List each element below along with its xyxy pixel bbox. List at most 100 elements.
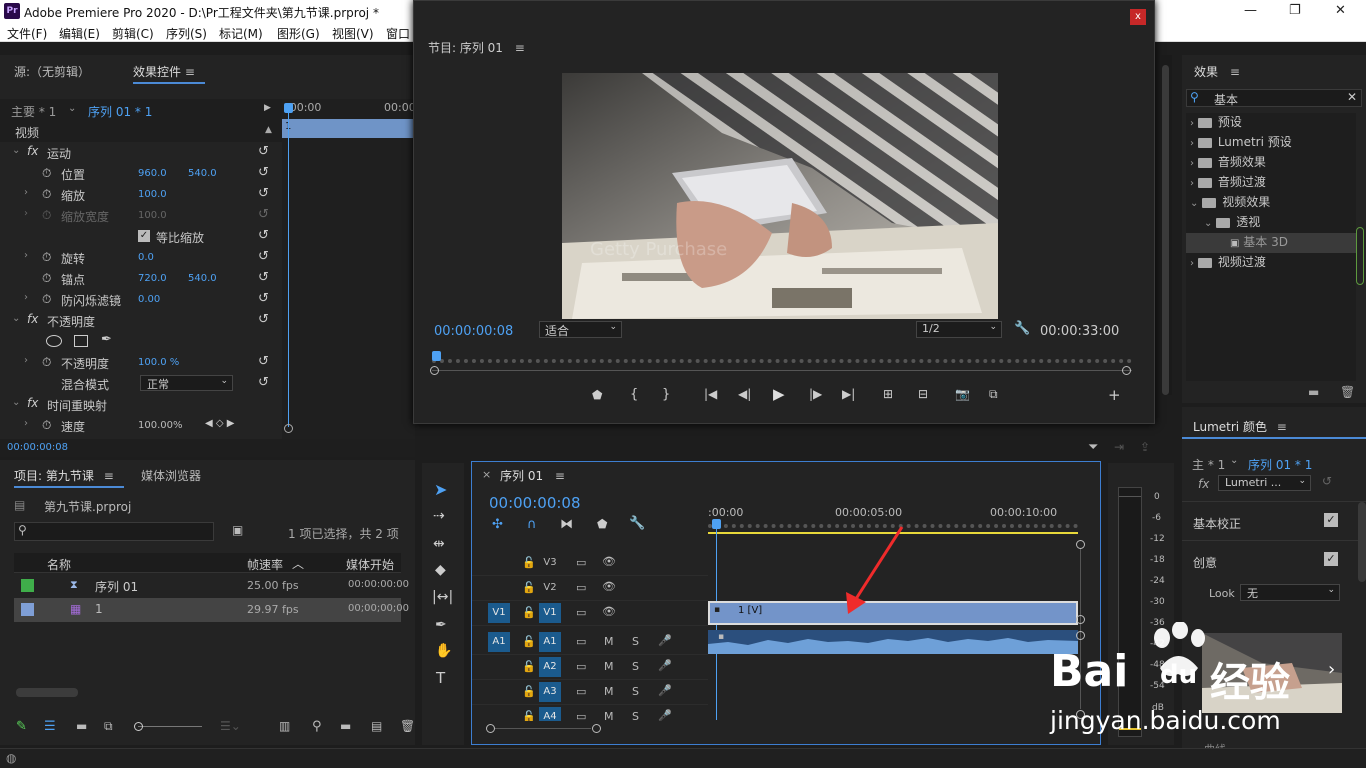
razor-tool-icon[interactable]: ◆ [435,562,446,578]
table-row[interactable]: ▦ 1 29.97 fps 00;00;00;00 [14,598,409,622]
new-bin-icon[interactable]: ▬ [1308,385,1319,399]
sort-asc-icon[interactable]: ︿ [292,555,304,572]
menu-icon[interactable]: ≡ [185,65,195,79]
play-icon[interactable]: ▶ [773,385,785,403]
collapse-icon[interactable]: ▲ [265,125,272,135]
opacity-value[interactable]: 100.0 % [138,357,179,368]
source-patch-a1[interactable]: A1 [488,632,510,652]
list-view-icon[interactable]: ☰ [44,719,56,734]
chevron-icon[interactable]: ⌄ [12,313,20,324]
extract-icon[interactable]: ⊟ [918,387,928,401]
fit-select[interactable]: 适合 ⌄ [539,321,622,338]
program-playhead[interactable] [432,351,441,361]
ec-playhead[interactable] [288,107,289,427]
reset-icon[interactable]: ↺ [258,291,269,306]
chevron-icon[interactable]: ⌄ [12,145,20,156]
tree-item-perspective[interactable]: ⌄ 透视 [1204,213,1260,233]
freeform-view-icon[interactable]: ⧉ [104,719,113,734]
tree-item-lumetri-presets[interactable]: › Lumetri 预设 [1190,133,1292,153]
row-speed[interactable]: › ⏱ 速度 100.00% ◀ ◇ ▶ [0,415,282,436]
tab-effects[interactable]: 效果 ≡ [1194,63,1240,80]
reset-icon[interactable]: ↺ [258,228,269,243]
lumetri-scrollbar[interactable] [1358,502,1366,582]
menu-view[interactable]: 视图(V) [332,25,374,42]
reset-icon[interactable]: ↺ [258,312,269,327]
clear-search-icon[interactable]: ✕ [1347,90,1357,104]
go-to-out-icon[interactable]: ▶| [842,387,855,401]
pencil-icon[interactable]: ✎ [16,719,27,734]
menu-edit[interactable]: 编辑(E) [59,25,100,42]
zoom-handle-left[interactable] [430,366,439,375]
section-basic[interactable]: 基本校正 ✓ [1182,501,1366,541]
row-uniform-scale[interactable]: ✓ 等比缩放 ↺ [0,226,282,247]
maximize-button[interactable]: ❐ [1289,3,1301,18]
menu-icon[interactable]: ≡ [1230,65,1240,79]
fx-icon[interactable]: fx [27,144,38,158]
lumetri-preset-select[interactable]: Lumetri ... ⌄ [1218,475,1311,491]
row-motion[interactable]: ⌄ fx 运动 ↺ [0,142,282,163]
basic-checkbox[interactable]: ✓ [1324,513,1338,527]
mute-button[interactable]: M [604,710,614,721]
track-header-v1[interactable]: V1 🔓 V1 ▭ 👁 [472,601,708,626]
sequence-clip-label[interactable]: 序列 01 * 1 [88,103,152,120]
speed-value[interactable]: 100.00% [138,420,183,431]
column-fps[interactable]: 帧速率 [247,556,283,573]
menu-icon[interactable]: ≡ [555,469,565,483]
timeline-timecode[interactable]: 00:00:00:08 [489,494,581,512]
column-name[interactable]: 名称 [47,556,71,573]
stopwatch-icon[interactable]: ⏱ [42,250,51,265]
reset-icon[interactable]: ↺ [1322,474,1332,488]
row-flicker[interactable]: › ⏱ 防闪烁滤镜 0.00 ↺ [0,289,282,310]
sync-lock-icon[interactable]: ▭ [576,660,586,673]
solo-button[interactable]: S [632,660,639,673]
lock-icon[interactable]: 🔓 [522,606,536,619]
lock-icon[interactable]: 🔓 [522,635,536,648]
hand-tool-icon[interactable]: ✋ [435,643,452,659]
anchor-y-value[interactable]: 540.0 [188,273,217,284]
chevron-right-icon[interactable]: › [24,187,28,198]
row-opacity-section[interactable]: ⌄ fx 不透明度 ↺ [0,310,282,331]
track-header-a3[interactable]: 🔓 A3 ▭ M S 🎤 [472,680,708,705]
menu-file[interactable]: 文件(F) [7,25,47,42]
linked-selection-icon[interactable]: ⧓ [560,517,573,532]
marker-icon[interactable]: ⬟ [592,388,602,402]
tree-item-video-transitions[interactable]: › 视频过渡 [1190,253,1266,273]
microphone-icon[interactable]: 🎤 [658,634,672,647]
zoom-bar[interactable] [432,370,1132,371]
lock-icon[interactable]: 🔓 [522,710,536,721]
wrench-icon[interactable]: 🔧 [1014,321,1030,336]
tab-effect-controls[interactable]: 效果控件 ≡ [133,63,205,84]
rectangle-mask-icon[interactable] [74,335,88,347]
reset-icon[interactable]: ↺ [258,270,269,285]
menu-graphics[interactable]: 图形(G) [277,25,320,42]
stopwatch-icon[interactable]: ⏱ [42,166,51,181]
compare-icon[interactable]: ⧉ [989,387,998,402]
tab-lumetri[interactable]: Lumetri 颜色 ≡ [1193,418,1287,435]
add-button-icon[interactable]: + [1108,386,1121,404]
new-bin-icon[interactable]: ▬ [340,719,351,733]
look-select[interactable]: 无 ⌄ [1240,584,1340,601]
lumetri-sequence[interactable]: 序列 01 * 1 [1248,456,1312,473]
close-icon[interactable]: x [1130,9,1146,25]
lock-icon[interactable]: 🔓 [522,685,536,698]
track-header-v3[interactable]: 🔓 V3 ▭ 👁 [472,551,708,576]
scale-value[interactable]: 100.0 [138,189,167,200]
icon-view-icon[interactable]: ▬ [76,719,87,733]
track-target-v1[interactable]: V1 [539,603,561,623]
fx-icon[interactable]: fx [27,312,38,326]
track-header-v2[interactable]: 🔓 V2 ▭ 👁 [472,576,708,601]
microphone-icon[interactable]: 🎤 [658,709,672,721]
sync-lock-icon[interactable]: ▭ [576,710,586,721]
eye-icon[interactable]: 👁 [602,605,616,618]
video-frame[interactable]: Getty Purchase [562,73,998,319]
tab-sequence[interactable]: 序列 01 ≡ [500,467,565,484]
menu-window[interactable]: 窗口 [386,25,410,42]
mute-button[interactable]: M [604,685,614,698]
track-header-a1[interactable]: A1 🔓 A1 ▭ M S 🎤 [472,630,708,655]
menu-icon[interactable]: ≡ [104,469,114,483]
row-blend[interactable]: 混合模式 正常 ⌄ ↺ [0,373,282,394]
type-tool-icon[interactable]: T [436,669,445,687]
lumetri-master[interactable]: 主 * 1 [1192,456,1225,473]
automate-icon[interactable]: ▥ [279,719,290,733]
row-anchor[interactable]: ⏱ 锚点 720.0 540.0 ↺ [0,268,282,289]
